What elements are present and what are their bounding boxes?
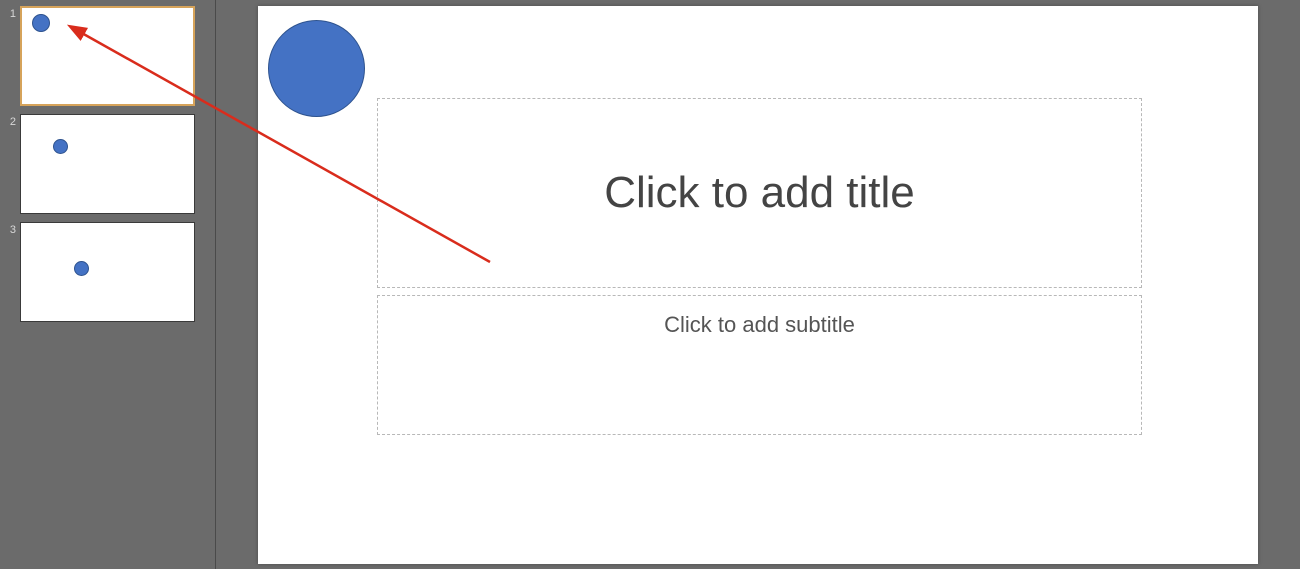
circle-icon [32, 14, 50, 32]
slide-thumbnail-1[interactable] [20, 6, 195, 106]
slide-editor[interactable]: Click to add title Click to add subtitle [258, 6, 1258, 564]
app-root: 1 2 3 Click to add title Click to add [0, 0, 1300, 569]
subtitle-placeholder[interactable]: Click to add subtitle [377, 295, 1142, 435]
thumbnail-row: 1 [0, 6, 215, 106]
subtitle-placeholder-text: Click to add subtitle [378, 312, 1141, 338]
circle-icon [53, 139, 68, 154]
thumbnail-row: 3 [0, 222, 215, 322]
slide-thumbnail-2[interactable] [20, 114, 195, 214]
title-placeholder-text: Click to add title [604, 168, 915, 218]
slide-thumbnail-panel: 1 2 3 [0, 0, 216, 569]
thumbnail-number: 3 [0, 222, 20, 236]
title-placeholder[interactable]: Click to add title [377, 98, 1142, 288]
slide-thumbnail-3[interactable] [20, 222, 195, 322]
circle-icon [74, 261, 89, 276]
thumbnail-number: 1 [0, 6, 20, 20]
thumbnail-row: 2 [0, 114, 215, 214]
slide-canvas-area: Click to add title Click to add subtitle [216, 0, 1300, 569]
oval-shape[interactable] [268, 20, 365, 117]
thumbnail-number: 2 [0, 114, 20, 128]
